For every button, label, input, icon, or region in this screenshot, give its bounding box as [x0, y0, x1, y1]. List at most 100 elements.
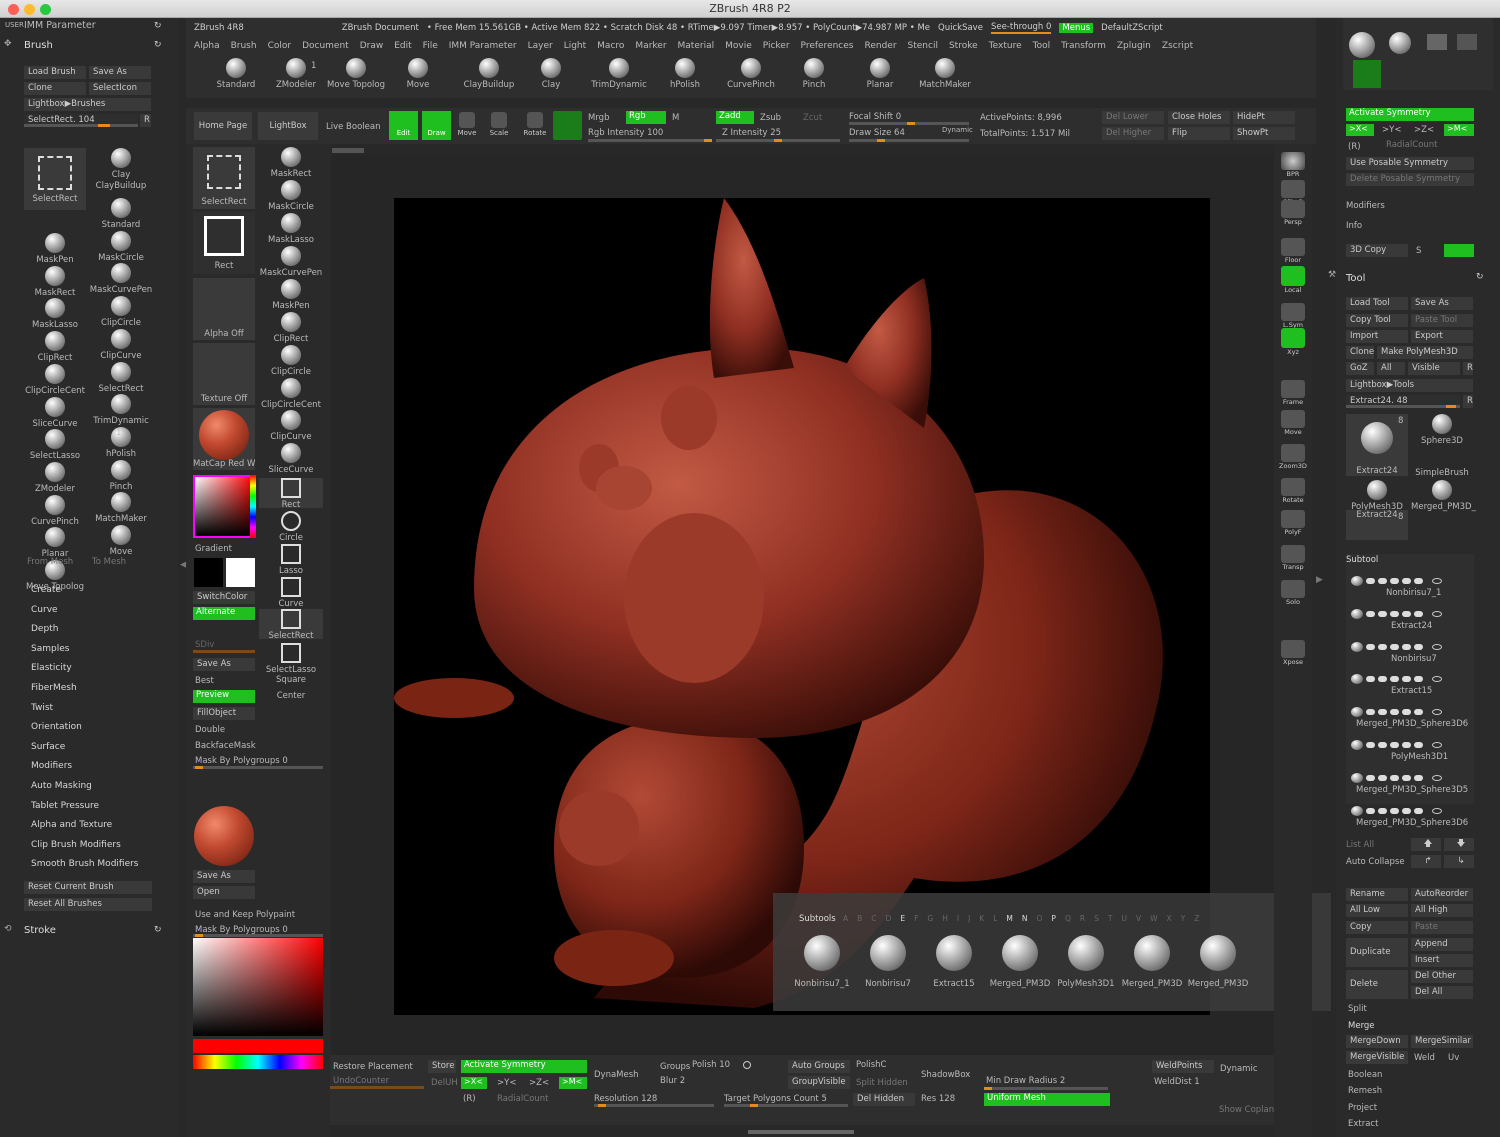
- mask-by-polygroups-track[interactable]: [193, 934, 323, 937]
- rgb-button[interactable]: Rgb: [626, 111, 666, 124]
- menu-brush[interactable]: Brush: [231, 38, 257, 54]
- subtool-toggle-icon[interactable]: [1390, 610, 1399, 617]
- brush-item-cliprect[interactable]: ClipRect: [24, 331, 86, 363]
- list-all-button[interactable]: List All: [1346, 840, 1374, 850]
- res-slider[interactable]: Res 128: [921, 1094, 955, 1104]
- brush-menu-auto-masking[interactable]: Auto Masking: [31, 781, 92, 791]
- bottom-scroll-handle[interactable]: [748, 1130, 854, 1134]
- subtool-toggle-icon[interactable]: [1378, 709, 1387, 716]
- use-posable-symmetry-button[interactable]: Use Posable Symmetry: [1346, 157, 1474, 170]
- menu-color[interactable]: Color: [268, 38, 292, 54]
- main-color-swatch[interactable]: [194, 558, 223, 587]
- material-thumb[interactable]: MatCap Red W: [193, 408, 255, 470]
- dynamic-button[interactable]: Dynamic: [1220, 1064, 1258, 1074]
- right-tool-move[interactable]: Move: [1278, 410, 1308, 436]
- undo-counter-slider[interactable]: UndoCounter: [333, 1076, 389, 1086]
- texture-thumb[interactable]: Texture Off: [193, 343, 255, 405]
- m-button[interactable]: M: [672, 113, 679, 123]
- subtool-popup-polymesh3d1[interactable]: PolyMesh3D1: [1055, 931, 1117, 989]
- mrgb-button[interactable]: Mrgb: [588, 113, 609, 123]
- paste-tool-button[interactable]: Paste Tool: [1411, 314, 1473, 327]
- brush-item-clay[interactable]: Clay: [89, 148, 153, 180]
- stroke-circle[interactable]: Circle: [259, 511, 323, 543]
- canvas-scroll-handle[interactable]: [332, 148, 364, 153]
- min-draw-radius-track[interactable]: [984, 1087, 1108, 1090]
- delete-posable-symmetry-button[interactable]: Delete Posable Symmetry: [1346, 173, 1474, 186]
- subtool-popup-nonbirisu7[interactable]: Nonbirisu7: [857, 931, 919, 989]
- focal-shift-slider[interactable]: Focal Shift 0: [849, 112, 901, 122]
- z-intensity-track[interactable]: [716, 139, 840, 142]
- copy-tool-button[interactable]: Copy Tool: [1346, 314, 1408, 327]
- hue-bar[interactable]: [193, 1055, 323, 1069]
- rename-button[interactable]: Rename: [1346, 888, 1408, 901]
- letter-l[interactable]: L: [993, 914, 997, 923]
- subtool-toggle-icon[interactable]: [1390, 807, 1399, 814]
- brush-item-claybuildup[interactable]: ClayBuildup: [89, 181, 153, 193]
- brush-menu-tablet-pressure[interactable]: Tablet Pressure: [31, 801, 99, 811]
- menu-alpha[interactable]: Alpha: [194, 38, 220, 54]
- right-tool-persp[interactable]: Persp: [1278, 200, 1308, 226]
- stroke-palette-title[interactable]: Stroke: [24, 925, 56, 936]
- home-page-button[interactable]: Home Page: [194, 112, 252, 140]
- subtool-row[interactable]: [1351, 804, 1471, 818]
- brush-menu-orientation[interactable]: Orientation: [31, 722, 82, 732]
- stroke-clipcurve[interactable]: ClipCurve: [259, 410, 323, 442]
- subtool-toggle-icon[interactable]: [1378, 676, 1387, 683]
- subtool-toggle-icon[interactable]: [1378, 742, 1387, 748]
- stroke-cliprect[interactable]: ClipRect: [259, 312, 323, 344]
- subtool-toggle-icon[interactable]: [1402, 709, 1411, 716]
- subtool-popup-merged-pm3d[interactable]: Merged_PM3D: [989, 931, 1051, 989]
- brush-item-selectrect[interactable]: SelectRect: [24, 148, 86, 210]
- reset-current-brush-button[interactable]: Reset Current Brush: [24, 881, 152, 894]
- stroke-masklasso[interactable]: MaskLasso: [259, 213, 323, 245]
- focal-shift-track[interactable]: [849, 122, 969, 125]
- subtool-toggle-icon[interactable]: [1390, 742, 1399, 748]
- letter-m[interactable]: M: [1006, 914, 1012, 923]
- menu-zplugin[interactable]: Zplugin: [1117, 38, 1151, 54]
- letter-p[interactable]: P: [1051, 914, 1056, 923]
- subtool-name[interactable]: Nonbirisu7_1: [1386, 588, 1441, 598]
- m-symmetry-button[interactable]: >M<: [1444, 124, 1474, 136]
- brush-item-move[interactable]: Move: [89, 525, 153, 557]
- stroke-thumb[interactable]: Rect: [193, 212, 255, 274]
- subtool-toggle-icon[interactable]: [1414, 742, 1423, 748]
- subtool-toggle-icon[interactable]: [1390, 709, 1399, 716]
- right-tool-rotate[interactable]: Rotate: [1278, 478, 1308, 504]
- refresh-icon[interactable]: ↻: [154, 40, 162, 50]
- subtool-toggle-icon[interactable]: [1378, 774, 1387, 781]
- stroke-selectlasso[interactable]: SelectLasso: [259, 643, 323, 675]
- subtool-toggle-icon[interactable]: [1414, 676, 1423, 683]
- move-down-arrow-icon[interactable]: 🡇: [1444, 838, 1474, 851]
- from-mesh-button[interactable]: From Mesh: [27, 557, 73, 567]
- alternate-button[interactable]: Alternate: [193, 607, 255, 620]
- default-zscript-button[interactable]: DefaultZScript: [1101, 23, 1163, 33]
- close-holes-button[interactable]: Close Holes: [1168, 111, 1230, 124]
- brush-item-maskpen[interactable]: MaskPen: [24, 233, 86, 265]
- double-button[interactable]: Double: [195, 725, 225, 735]
- save-as-button[interactable]: Save As: [193, 870, 255, 883]
- close-window-icon[interactable]: [8, 4, 19, 15]
- z-intensity-slider[interactable]: Z Intensity 25: [722, 128, 781, 138]
- right-tool-xyz[interactable]: Xyz: [1278, 328, 1308, 356]
- subtool-toggle-icon[interactable]: [1366, 578, 1375, 584]
- subtool-toggle-icon[interactable]: [1414, 709, 1423, 716]
- right-tool-bpr[interactable]: BPR: [1278, 152, 1308, 178]
- letter-i[interactable]: I: [957, 914, 959, 923]
- subtool-toggle-icon[interactable]: [1402, 774, 1411, 781]
- move-top-arrow-icon[interactable]: ↱: [1411, 855, 1441, 868]
- x-symmetry-button[interactable]: >X<: [1346, 124, 1374, 136]
- transp-icon[interactable]: [1457, 34, 1477, 50]
- current-brush-thumb[interactable]: SelectRect: [193, 147, 255, 209]
- letter-a[interactable]: A: [843, 914, 848, 923]
- groups-button[interactable]: Groups: [660, 1062, 690, 1072]
- stroke-curve[interactable]: Curve: [259, 577, 323, 609]
- all-high-button[interactable]: All High: [1411, 904, 1473, 917]
- auto-groups-button[interactable]: Auto Groups: [788, 1060, 850, 1073]
- resolution-track[interactable]: [594, 1104, 714, 1107]
- load-tool-button[interactable]: Load Tool: [1346, 297, 1408, 310]
- letter-e[interactable]: E: [900, 914, 905, 923]
- color-picker-large[interactable]: [193, 938, 323, 1036]
- zcut-button[interactable]: Zcut: [803, 113, 822, 123]
- subtool-name[interactable]: PolyMesh3D1: [1391, 752, 1448, 762]
- brush-item-zmodeler[interactable]: ZModeler: [24, 461, 86, 494]
